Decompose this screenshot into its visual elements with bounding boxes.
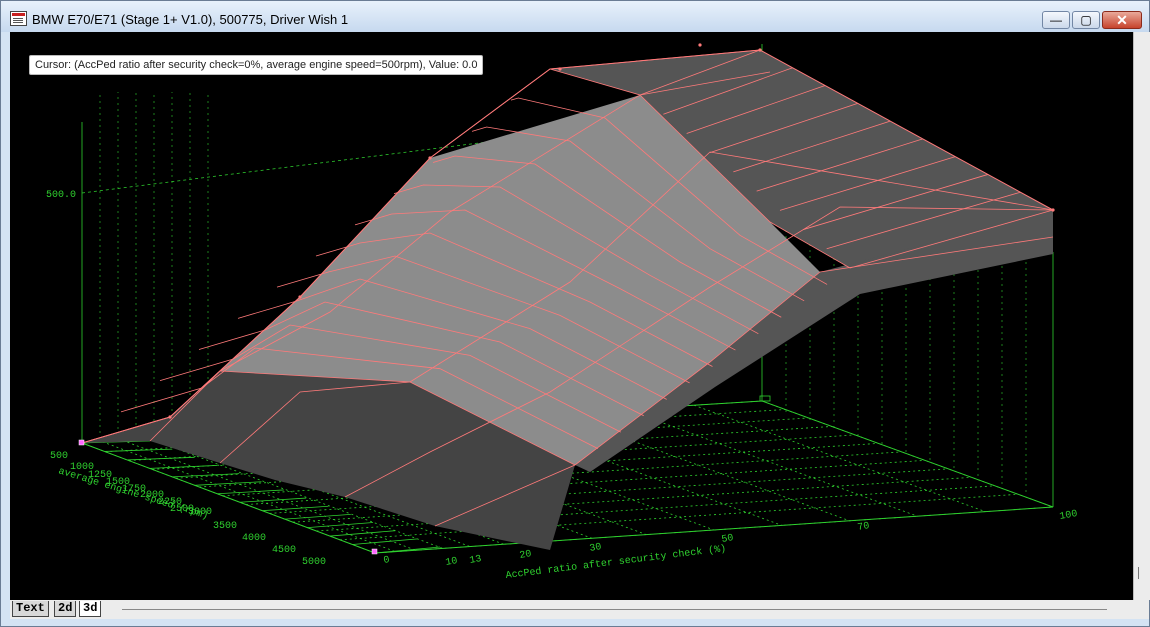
floor-mesh-line xyxy=(307,522,374,529)
cursor-marker xyxy=(371,548,378,555)
x-tick-label: 13 xyxy=(469,554,483,567)
z-tick-label: 500.0 xyxy=(46,190,76,201)
y-tick-label: 3000 xyxy=(188,507,212,518)
x-tick-label: 70 xyxy=(857,521,871,534)
mesh-vertex xyxy=(558,67,562,71)
y-tick-label: 500 xyxy=(50,451,68,462)
floor-mesh-line xyxy=(194,481,262,486)
floor-mesh-line xyxy=(262,505,329,512)
mesh-vertex xyxy=(758,48,762,52)
y-tick-label: 5000 xyxy=(302,557,326,568)
mesh-vertex xyxy=(698,43,702,47)
title-bar[interactable]: BMW E70/E71 (Stage 1+ V1.0), 500775, Dri… xyxy=(1,1,1149,32)
tab-text[interactable]: Text xyxy=(12,601,49,617)
window-title: BMW E70/E71 (Stage 1+ V1.0), 500775, Dri… xyxy=(32,12,349,27)
floor-mesh-line xyxy=(172,473,240,478)
x-tick-label: 0 xyxy=(383,555,391,567)
mesh-vertex xyxy=(168,415,172,419)
origin-marker xyxy=(78,439,85,446)
mesh-vertex xyxy=(298,295,302,299)
floor-grid-line xyxy=(693,404,986,512)
floor-grid-line xyxy=(625,409,918,517)
floor-mesh-line xyxy=(329,530,396,537)
tab-3d[interactable]: 3d xyxy=(79,601,102,617)
x-tick-label: 10 xyxy=(445,556,459,569)
floor-mesh-line xyxy=(217,489,284,495)
minimize-icon: — xyxy=(1050,13,1062,27)
close-icon: ✕ xyxy=(1116,12,1128,28)
tab-2d[interactable]: 2d xyxy=(54,601,77,617)
surface-plot-3d[interactable]: 500.0 average engine speed (rpm) AccPed … xyxy=(10,32,1133,600)
x-tick-label: 50 xyxy=(721,533,735,546)
scroll-corner xyxy=(1133,600,1149,619)
scrollbar-grip xyxy=(1138,567,1139,579)
maximize-button[interactable]: ▢ xyxy=(1072,11,1100,29)
x-axis-label: AccPed ratio after security check (%) xyxy=(505,543,727,582)
horizontal-scrollbar[interactable] xyxy=(122,609,1107,610)
close-button[interactable]: ✕ xyxy=(1102,11,1142,29)
floor-mesh-line xyxy=(127,456,195,461)
vertical-scrollbar[interactable] xyxy=(1133,32,1150,600)
app-icon xyxy=(10,11,27,26)
y-tick-label: 3500 xyxy=(213,521,237,532)
mesh-vertex xyxy=(428,156,432,160)
floor-mesh-line xyxy=(284,513,351,520)
minimize-button[interactable]: — xyxy=(1042,11,1070,29)
x-tick-label: 20 xyxy=(519,549,533,562)
floor-mesh-line xyxy=(104,448,173,452)
floor-mesh-line xyxy=(352,538,418,545)
map-view: 500.0 average engine speed (rpm) AccPed … xyxy=(10,32,1150,619)
y-tick-label: 4500 xyxy=(272,545,296,556)
floor-mesh-line xyxy=(149,465,217,469)
view-tab-bar: Text 2d 3d xyxy=(10,600,1133,619)
x-tick-label: 30 xyxy=(589,542,603,555)
mesh-vertex xyxy=(1051,208,1055,212)
maximize-icon: ▢ xyxy=(1080,13,1092,27)
y-tick-label: 4000 xyxy=(242,533,266,544)
application-window: BMW E70/E71 (Stage 1+ V1.0), 500775, Dri… xyxy=(0,0,1150,627)
x-tick-label: 100 xyxy=(1059,509,1079,523)
back-marker xyxy=(759,395,771,402)
cursor-readout: Cursor: (AccPed ratio after security che… xyxy=(29,55,484,75)
